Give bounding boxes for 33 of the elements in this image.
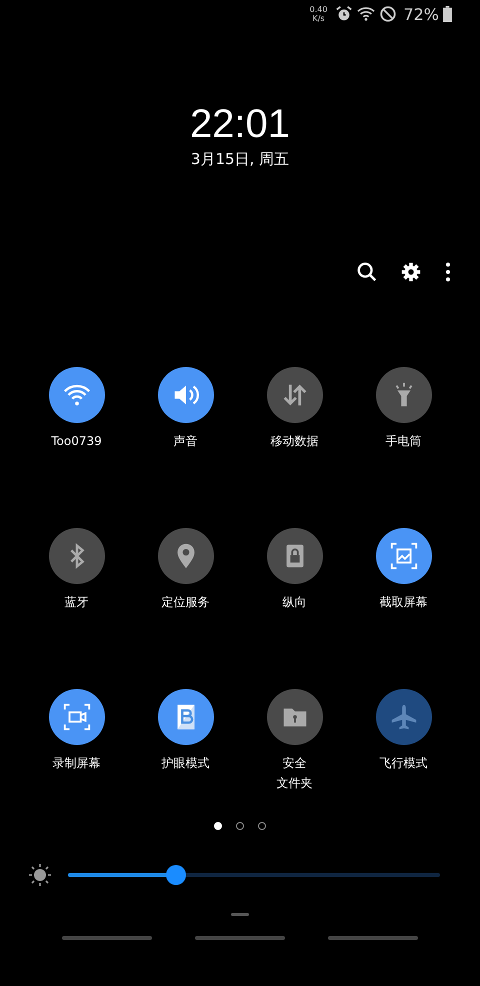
network-speed: 0.40 [310,5,328,14]
settings-icon[interactable] [400,261,422,283]
video-camera-icon [62,702,92,732]
quick-toggle-label: 定位服务 [162,594,210,611]
speed-unit: K/s [312,14,325,23]
more-options-icon[interactable] [444,261,452,283]
quick-toggle-label: 飞行模式 [380,755,428,772]
do-not-disturb-icon [379,5,398,23]
alarm-icon [335,5,354,23]
clock-date: 3月15日, 周五 [190,150,290,169]
quick-toggle-label: 文件夹 [276,775,312,792]
quick-toggle-label: 安全 [282,755,306,772]
brightness-icon [28,863,52,887]
quick-toggle-label: Too0739 [51,433,102,450]
battery-icon [443,6,452,22]
screenshot-icon [388,541,418,571]
page-indicator-dot[interactable] [258,822,266,830]
quick-toggle-label: 声音 [174,433,198,450]
quick-toggle-label: 截取屏幕 [380,594,428,611]
slider-thumb[interactable] [166,865,186,885]
battery-percent: 72% [403,4,439,24]
quick-toggle-label: 手电筒 [386,433,422,450]
wifi-icon [357,5,376,23]
quick-toggle-label: 录制屏幕 [52,755,100,772]
quick-toggle-label: 移动数据 [270,433,318,450]
drag-handle[interactable] [231,913,249,916]
clock-time: 22:01 [190,101,290,148]
page-indicator-dot[interactable] [236,822,244,830]
quick-toggle-label: 纵向 [282,594,306,611]
quick-toggle-label: 蓝牙 [64,594,88,611]
brightness-slider[interactable] [68,865,440,885]
quick-toggle-label: 护眼模式 [162,755,210,772]
search-icon[interactable] [356,261,378,283]
